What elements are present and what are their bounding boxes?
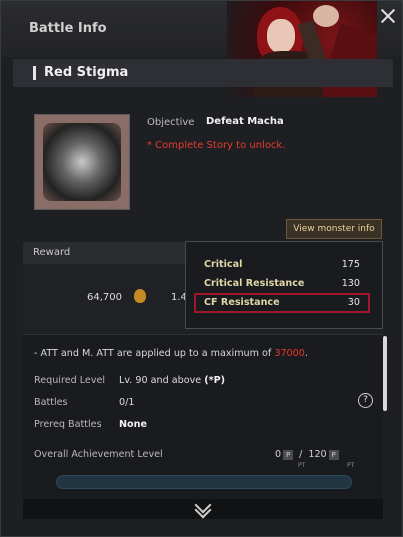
achievement-progress-bar bbox=[56, 475, 352, 489]
achievement-max: 120 bbox=[308, 449, 327, 460]
tooltip-value-cf-resistance: 30 bbox=[347, 297, 360, 308]
boss-thumbnail-image bbox=[43, 123, 121, 201]
pt-badge-current: P bbox=[283, 450, 294, 460]
prereq-value-text: None bbox=[119, 419, 147, 430]
required-level-value: Lv. 90 and above (*P) bbox=[119, 375, 225, 386]
pt-unit-current: PT bbox=[298, 462, 306, 469]
required-level-label: Required Level bbox=[34, 375, 106, 386]
tooltip-label-cf-resistance: CF Resistance bbox=[204, 297, 280, 308]
pt-unit-max: PT bbox=[347, 462, 355, 469]
portrait-hand bbox=[313, 5, 339, 27]
battles-label: Battles bbox=[34, 397, 68, 408]
stage-name: Red Stigma bbox=[44, 65, 129, 80]
tooltip-label-critical: Critical bbox=[204, 259, 243, 270]
prereq-label: Prereq Battles bbox=[34, 419, 102, 430]
stage-marker bbox=[33, 66, 36, 80]
tooltip-value-critical-resistance: 130 bbox=[341, 278, 360, 289]
required-level-text: Lv. 90 and above bbox=[119, 375, 202, 386]
unlock-notice: * Complete Story to unlock. bbox=[147, 140, 286, 151]
objective-label: Objective bbox=[147, 117, 195, 128]
pt-badge-max: P bbox=[328, 450, 339, 460]
achievement-label: Overall Achievement Level bbox=[34, 449, 163, 460]
boss-thumbnail bbox=[34, 114, 130, 210]
tooltip-value-critical: 175 bbox=[341, 259, 360, 270]
battle-requirements-panel: - ATT and M. ATT are applied up to a max… bbox=[23, 334, 383, 506]
view-monster-info-button[interactable]: View monster info bbox=[286, 219, 382, 239]
att-cap-note-prefix: - ATT and M. ATT are applied up to a max… bbox=[34, 348, 275, 359]
portrait-face bbox=[267, 19, 295, 53]
prereq-value: None bbox=[119, 419, 147, 430]
monster-info-tooltip: Critical 175 Critical Resistance 130 CF … bbox=[185, 241, 383, 329]
achievement-separator: / bbox=[299, 449, 303, 460]
battles-value: 0/1 bbox=[119, 397, 135, 408]
achievement-current: 0 bbox=[275, 449, 282, 460]
battle-info-window: Battle Info Red Stigma Objective Defeat … bbox=[0, 0, 403, 537]
achievement-values: 0 P/120 P bbox=[275, 449, 339, 460]
required-level-tag: (*P) bbox=[204, 375, 226, 386]
gold-pouch-icon bbox=[134, 289, 146, 303]
gold-amount: 64,700 bbox=[87, 292, 122, 303]
objective-value: Defeat Macha bbox=[206, 116, 284, 127]
att-cap-note-suffix: . bbox=[304, 348, 308, 359]
scroll-down-chevron-icon[interactable] bbox=[194, 502, 210, 518]
att-cap-value: 37000 bbox=[274, 348, 305, 359]
scrollbar-thumb[interactable] bbox=[383, 336, 387, 411]
help-icon[interactable]: ? bbox=[358, 393, 373, 408]
reward-title: Reward bbox=[33, 247, 71, 258]
window-title: Battle Info bbox=[29, 21, 107, 36]
close-icon[interactable] bbox=[377, 5, 399, 27]
tooltip-label-critical-resistance: Critical Resistance bbox=[204, 278, 305, 289]
att-cap-note: - ATT and M. ATT are applied up to a max… bbox=[34, 348, 308, 359]
stage-header: Red Stigma bbox=[13, 59, 393, 87]
